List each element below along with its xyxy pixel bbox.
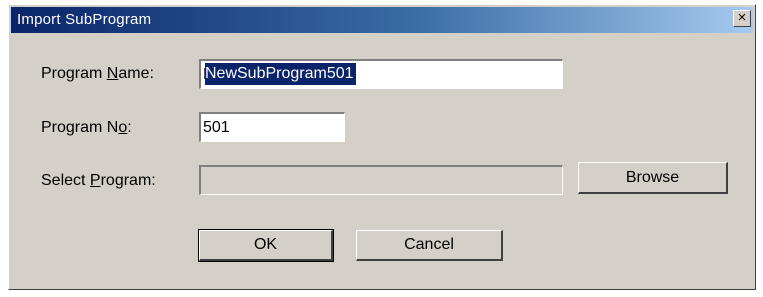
program-no-label: Program No: [41, 119, 132, 136]
dialog-title: Import SubProgram [17, 11, 152, 28]
program-no-input[interactable] [199, 112, 345, 142]
select-program-label: Select Program: [41, 172, 156, 189]
close-button[interactable]: × [733, 10, 751, 27]
program-name-label: Program Name: [41, 65, 154, 82]
cancel-button[interactable]: Cancel [356, 230, 503, 261]
ok-button[interactable]: OK [198, 229, 334, 262]
title-bar[interactable]: Import SubProgram × [11, 7, 753, 33]
close-icon: × [737, 9, 747, 26]
program-name-selected-text: NewSubProgram501 [205, 63, 356, 85]
select-program-input [199, 165, 563, 195]
browse-button[interactable]: Browse [578, 162, 728, 194]
